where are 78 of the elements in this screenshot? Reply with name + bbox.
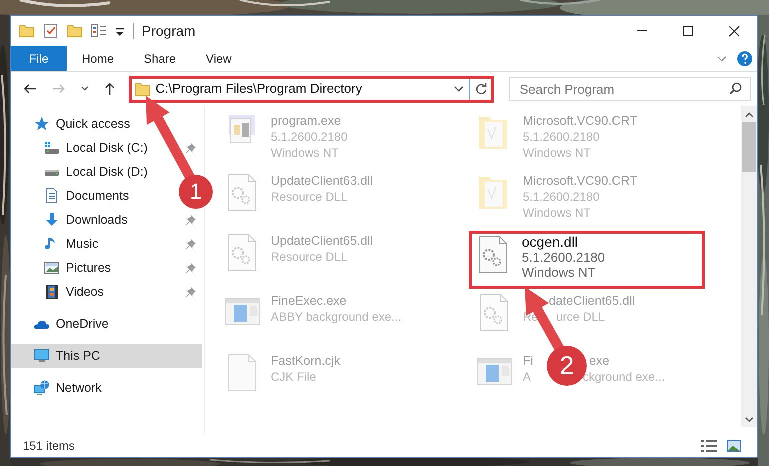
file-name: ocgen.dll <box>522 235 578 250</box>
download-icon <box>44 212 60 228</box>
file-detail: Windows NT <box>271 145 340 161</box>
minimize-icon <box>637 30 647 32</box>
file-name: Microsoft.VC90.CRT <box>523 113 638 129</box>
file-detail: 5.1.2600.2180 <box>522 250 606 265</box>
search-icon <box>729 82 744 96</box>
file-name: program.exe <box>271 113 342 129</box>
address-path: C:\Program Files\Program Directory <box>156 80 364 98</box>
dropdown-caret-icon[interactable] <box>454 86 464 92</box>
file-detail: ckground exe... <box>583 369 666 385</box>
document-icon <box>44 188 60 204</box>
image-icon <box>44 260 60 276</box>
scrollbar[interactable] <box>741 106 757 427</box>
network-icon <box>34 380 50 396</box>
address-field[interactable]: C:\Program Files\Program Directory <box>128 76 494 102</box>
sidebar-item[interactable]: Downloads <box>44 208 132 232</box>
help-icon[interactable] <box>737 50 753 66</box>
search-field[interactable]: Search Program <box>508 77 752 101</box>
drive-icon <box>45 168 59 176</box>
file-detail: ABBY background exe... <box>271 309 402 325</box>
folder-icon <box>67 23 83 39</box>
close-icon <box>728 26 740 36</box>
sidebar-item[interactable]: This PC <box>11 344 202 368</box>
file-detail: Resource DLL <box>271 249 348 265</box>
step-badge: 1 <box>179 175 213 209</box>
maximize-icon <box>683 26 693 36</box>
sidebar-item[interactable]: Local Disk (C:) <box>44 136 152 160</box>
scroll-thumb[interactable] <box>742 122 756 172</box>
file-name: FineExec.exe <box>271 293 347 309</box>
file-detail: Resource DLL <box>271 189 348 205</box>
folder-icon <box>134 80 151 98</box>
star-icon <box>34 116 50 132</box>
film-icon <box>44 284 60 300</box>
file-detail: A <box>523 369 532 385</box>
sidebar-item[interactable]: Pictures <box>44 256 116 280</box>
sidebar-item[interactable]: Local Disk (D:) <box>44 160 152 184</box>
file-detail: 5.1.2600.2180 <box>523 189 600 205</box>
forward-icon <box>52 82 66 96</box>
file-name: dateClient65.dll <box>549 293 636 309</box>
sidebar-item[interactable]: OneDrive <box>11 312 202 336</box>
file-name: exe <box>589 353 610 369</box>
scroll-up-icon[interactable] <box>744 112 754 118</box>
monitor-icon <box>34 348 50 364</box>
ribbon-tab[interactable]: Share <box>129 46 192 71</box>
file-detail: Windows NT <box>523 205 592 221</box>
checklist-icon <box>43 23 59 39</box>
file-item[interactable]: ocgen.dll 5.1.2600.2180 Windows NT <box>469 231 705 289</box>
file-detail: 5.1.2600.2180 <box>271 129 348 145</box>
file-name: FastKorn.cjk <box>271 353 340 369</box>
ribbon-tab[interactable]: Home <box>67 46 130 71</box>
sidebar-item[interactable]: Quick access <box>11 112 202 136</box>
drive-icon <box>44 140 60 156</box>
back-icon <box>22 82 37 96</box>
scroll-down-icon[interactable] <box>744 417 754 423</box>
sidebar-item[interactable]: Documents <box>44 184 134 208</box>
details-view-icon[interactable] <box>701 440 717 452</box>
file-name: UpdateClient65.dll <box>271 233 374 249</box>
sidebar-item[interactable]: Network <box>11 376 202 400</box>
file-name: UpdateClient63.dll <box>271 173 374 189</box>
sidebar-item[interactable]: Videos <box>44 280 108 304</box>
item-count: 151 items <box>23 438 76 455</box>
file-detail: Windows NT <box>522 265 596 280</box>
collapse-ribbon-icon[interactable] <box>717 56 727 62</box>
file-detail: 5.1.2600.2180 <box>523 129 600 145</box>
tiles-view-icon[interactable] <box>727 440 741 452</box>
refresh-icon <box>474 82 488 96</box>
file-name: Fi <box>523 353 534 369</box>
file-name: Microsoft.VC90.CRT <box>523 173 638 189</box>
ribbon-tab[interactable]: View <box>191 46 247 71</box>
sidebar-item[interactable]: Music <box>44 232 103 256</box>
file-detail: urce DLL <box>556 309 606 325</box>
properties-icon <box>91 23 107 39</box>
file-detail: Windows NT <box>523 145 592 161</box>
folder-icon <box>19 23 35 39</box>
ribbon-tab[interactable]: File <box>11 46 67 71</box>
window-title: Program <box>142 22 196 41</box>
file-detail: CJK File <box>271 369 316 385</box>
